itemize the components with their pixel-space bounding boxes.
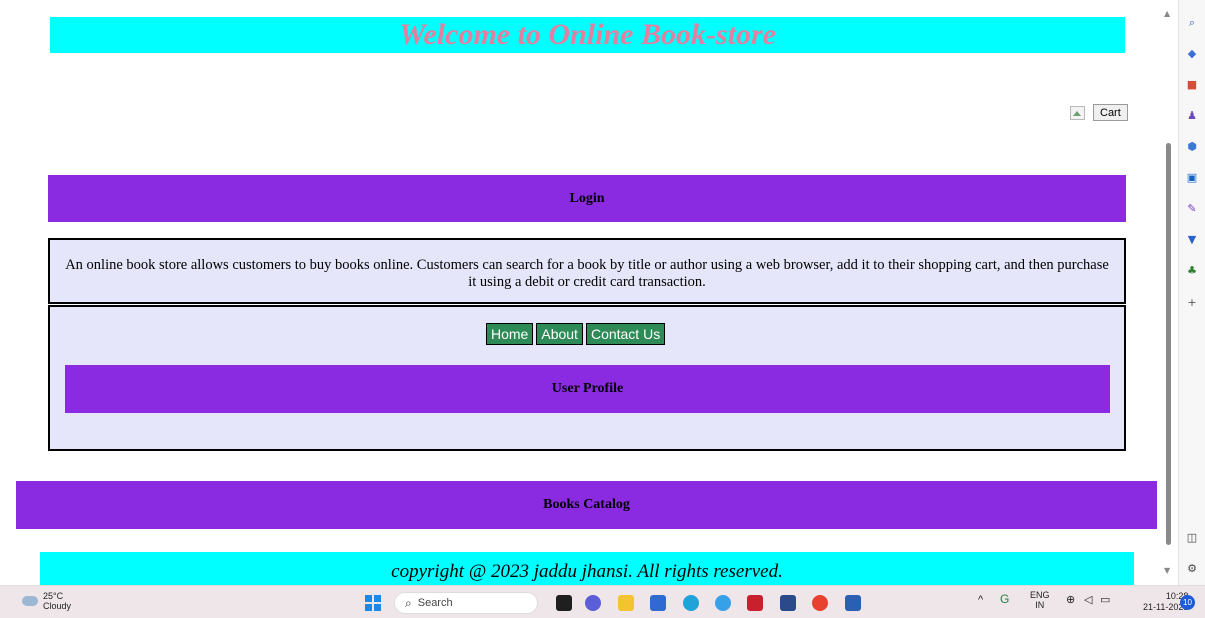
cart-area: Cart xyxy=(1070,104,1128,121)
user-profile-header[interactable]: User Profile xyxy=(65,365,1110,413)
search-icon: ⌕ xyxy=(405,595,412,610)
nav-bar: Home About Contact Us xyxy=(486,323,666,345)
word-icon[interactable] xyxy=(845,595,861,611)
cloud-icon xyxy=(22,596,38,606)
weather-desc: Cloudy xyxy=(43,601,72,611)
network-icon[interactable]: ⊕ xyxy=(1066,595,1075,606)
login-header[interactable]: Login xyxy=(48,175,1126,222)
sidebar-toggle-icon[interactable]: ◫ xyxy=(1185,531,1199,545)
task-view-icon[interactable] xyxy=(556,595,572,611)
windows-taskbar: 25°C Cloudy ⌕ Search ^ G ENG IN ⊕ ◁ ▭ 10… xyxy=(0,585,1205,618)
mcafee-icon[interactable] xyxy=(747,595,763,611)
chevron-up-icon[interactable]: ^ xyxy=(978,595,983,606)
editor-icon[interactable]: ✎ xyxy=(1185,202,1199,216)
tree-icon[interactable]: ♣ xyxy=(1185,264,1199,278)
web-page: Welcome to Online Book-store Cart Login … xyxy=(0,0,1158,585)
scroll-thumb[interactable] xyxy=(1166,143,1171,545)
cart-button[interactable]: Cart xyxy=(1093,104,1128,121)
footer: copyright @ 2023 jaddu jhansi. All right… xyxy=(40,552,1134,585)
search-icon[interactable]: ⌕ xyxy=(1185,16,1199,30)
weather-temp: 25°C xyxy=(43,591,64,601)
outlook-icon[interactable]: ▣ xyxy=(1185,171,1199,185)
app-icon[interactable] xyxy=(650,595,666,611)
broken-image-icon xyxy=(1070,105,1085,120)
scroll-down-arrow-icon[interactable]: ▼ xyxy=(1164,566,1170,575)
language-indicator[interactable]: ENG IN xyxy=(1030,590,1050,610)
edge-browser-icon[interactable] xyxy=(683,595,699,611)
contact-us-button[interactable]: Contact Us xyxy=(585,323,666,345)
taskbar-search[interactable]: ⌕ Search xyxy=(394,592,538,614)
page-scrollbar[interactable]: ▲ ▼ xyxy=(1158,0,1178,585)
home-button[interactable]: Home xyxy=(486,323,534,345)
welcome-banner: Welcome to Online Book-store xyxy=(50,17,1125,53)
drop-icon[interactable]: ▼ xyxy=(1185,233,1199,247)
weather-widget[interactable]: 25°C Cloudy xyxy=(22,591,71,611)
chat-icon[interactable] xyxy=(585,595,601,611)
battery-icon[interactable]: ▭ xyxy=(1100,595,1110,606)
file-explorer-icon[interactable] xyxy=(618,595,634,611)
welcome-title: Welcome to Online Book-store xyxy=(399,18,776,51)
app-icon-2[interactable] xyxy=(715,595,731,611)
windows-start-icon[interactable] xyxy=(365,595,381,611)
chrome-icon[interactable] xyxy=(812,595,828,611)
notification-badge[interactable]: 10 xyxy=(1180,595,1195,610)
add-icon[interactable]: + xyxy=(1185,296,1199,310)
nav-section: Home About Contact Us User Profile xyxy=(48,305,1126,451)
about-description: An online book store allows customers to… xyxy=(48,238,1126,304)
copilot-icon[interactable]: ⬢ xyxy=(1185,140,1199,154)
settings-icon[interactable]: ⚙ xyxy=(1185,562,1199,576)
toolbox-icon[interactable]: ■ xyxy=(1185,78,1199,92)
edge-sidebar: ⌕ ◆ ■ ♟ ⬢ ▣ ✎ ▼ ♣ + ◫ ⚙ xyxy=(1178,0,1205,585)
volume-icon[interactable]: ◁ xyxy=(1084,595,1092,606)
tag-icon[interactable]: ◆ xyxy=(1185,47,1199,61)
about-button[interactable]: About xyxy=(536,323,583,345)
store-icon[interactable] xyxy=(780,595,796,611)
scroll-up-arrow-icon[interactable]: ▲ xyxy=(1164,9,1170,18)
books-catalog-header[interactable]: Books Catalog xyxy=(16,481,1157,529)
tray-app-icon[interactable]: G xyxy=(1000,593,1009,605)
chess-icon[interactable]: ♟ xyxy=(1185,109,1199,123)
search-label: Search xyxy=(417,597,453,609)
